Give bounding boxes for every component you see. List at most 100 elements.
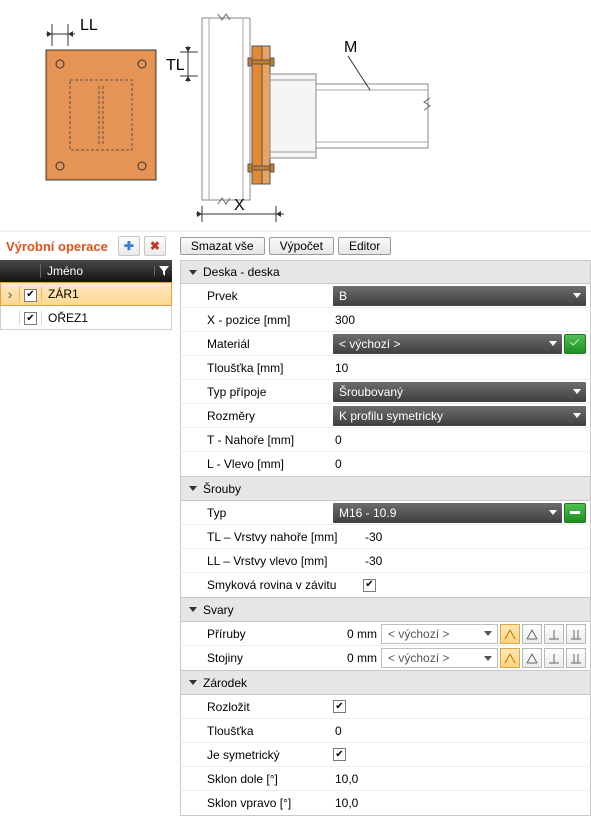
col-name-header[interactable]: Jméno <box>40 264 154 278</box>
row-checkbox[interactable]: ✔ <box>24 289 37 302</box>
toolbar-title: Výrobní operace <box>6 239 108 254</box>
chevron-down-icon <box>189 607 197 612</box>
calculate-button[interactable]: Výpočet <box>269 237 334 255</box>
chevron-down-icon <box>484 656 492 661</box>
tl-label: TL <box>166 57 185 74</box>
operations-table: Jméno › ✔ ZÁR1 ✔ OŘEZ1 <box>0 260 172 330</box>
weld-type-4-button[interactable] <box>566 648 586 668</box>
select-icon <box>569 507 581 519</box>
sklon-vpravo-label: Sklon vpravo [°] <box>207 796 333 810</box>
smyk-checkbox[interactable]: ✔ <box>363 579 376 592</box>
filter-icon <box>159 266 169 276</box>
typ-pripoje-combo[interactable]: Šroubovaný <box>333 382 586 402</box>
row-checkbox[interactable]: ✔ <box>24 312 37 325</box>
weld-type-2-button[interactable] <box>522 648 542 668</box>
priruby-value[interactable]: 0 mm <box>333 627 381 641</box>
symetricky-checkbox[interactable]: ✔ <box>333 748 346 761</box>
row-indicator-icon: › <box>1 286 19 302</box>
zarodek-tloustka-label: Tloušťka <box>207 724 333 738</box>
srouby-typ-combo[interactable]: M16 - 10.9 <box>333 503 562 523</box>
chevron-down-icon <box>573 389 581 394</box>
weld-icon <box>504 652 516 664</box>
group-header-deska[interactable]: Deska - deska <box>180 260 591 284</box>
prvek-label: Prvek <box>207 289 333 303</box>
weld-type-1-button[interactable] <box>500 624 520 644</box>
sklon-dole-label: Sklon dole [°] <box>207 772 333 786</box>
group-header-srouby[interactable]: Šrouby <box>180 477 591 501</box>
xpos-value[interactable]: 300 <box>333 313 586 327</box>
weld-type-3-button[interactable] <box>544 648 564 668</box>
connection-diagram: LL TL M X <box>0 0 591 230</box>
smyk-label: Smyková rovina v závitu <box>207 578 363 592</box>
thickness-label: Tloušťka [mm] <box>207 361 333 375</box>
rozmery-label: Rozměry <box>207 409 333 423</box>
l-vlevo-value[interactable]: 0 <box>333 457 586 471</box>
plus-icon: ✚ <box>124 239 134 253</box>
group-header-zarodek[interactable]: Zárodek <box>180 671 591 695</box>
delete-all-button[interactable]: Smazat vše <box>180 237 265 255</box>
sklon-vpravo-value[interactable]: 10,0 <box>333 796 586 810</box>
t-nahore-value[interactable]: 0 <box>333 433 586 447</box>
chevron-down-icon <box>573 293 581 298</box>
symetricky-label: Je symetrický <box>207 748 333 762</box>
weld-icon <box>570 628 582 640</box>
table-row[interactable]: ✔ OŘEZ1 <box>0 306 172 330</box>
prvek-combo[interactable]: B <box>333 286 586 306</box>
tl-vrstvy-label: TL – Vrstvy nahoře [mm] <box>207 530 363 544</box>
chevron-down-icon <box>189 486 197 491</box>
weld-icon <box>504 628 516 640</box>
tl-vrstvy-value[interactable]: -30 <box>363 530 586 544</box>
add-button[interactable]: ✚ <box>118 236 140 256</box>
t-nahore-label: T - Nahoře [mm] <box>207 433 333 447</box>
priruby-combo[interactable]: < výchozí > <box>381 624 498 644</box>
typ-pripoje-label: Typ přípoje <box>207 385 333 399</box>
rozmery-combo[interactable]: K profilu symetricky <box>333 406 586 426</box>
thickness-value[interactable]: 10 <box>333 361 586 375</box>
material-combo[interactable]: < výchozí > <box>333 334 562 354</box>
chevron-down-icon <box>189 680 197 685</box>
material-label: Materiál <box>207 337 333 351</box>
weld-icon <box>570 652 582 664</box>
rozlozit-label: Rozložit <box>207 700 333 714</box>
filter-button[interactable] <box>154 266 172 276</box>
chevron-down-icon <box>573 413 581 418</box>
property-grid: Deska - deska Prvek B X - pozice [mm] 30… <box>180 260 591 816</box>
chevron-down-icon <box>484 631 492 636</box>
editor-button[interactable]: Editor <box>338 237 391 255</box>
chevron-down-icon <box>549 510 557 515</box>
xpos-label: X - pozice [mm] <box>207 313 333 327</box>
weld-type-2-button[interactable] <box>522 624 542 644</box>
ll-vrstvy-label: LL – Vrstvy vlevo [mm] <box>207 554 363 568</box>
stojiny-value[interactable]: 0 mm <box>333 651 381 665</box>
material-pick-button[interactable] <box>564 334 586 354</box>
cross-icon: ✖ <box>150 239 160 253</box>
x-label: X <box>234 197 245 214</box>
m-label: M <box>344 39 357 56</box>
sklon-dole-value[interactable]: 10,0 <box>333 772 586 786</box>
weld-type-4-button[interactable] <box>566 624 586 644</box>
delete-button[interactable]: ✖ <box>144 236 166 256</box>
group-header-svary[interactable]: Svary <box>180 598 591 622</box>
zarodek-tloustka-value[interactable]: 0 <box>333 724 586 738</box>
weld-icon <box>548 652 560 664</box>
chevron-down-icon <box>189 270 197 275</box>
weld-icon <box>526 652 538 664</box>
srouby-typ-label: Typ <box>207 506 333 520</box>
row-name: OŘEZ1 <box>41 311 171 325</box>
table-row[interactable]: › ✔ ZÁR1 <box>0 282 172 306</box>
stojiny-label: Stojiny <box>207 651 333 665</box>
ll-vrstvy-value[interactable]: -30 <box>363 554 586 568</box>
stojiny-combo[interactable]: < výchozí > <box>381 648 498 668</box>
weld-icon <box>548 628 560 640</box>
weld-type-1-button[interactable] <box>500 648 520 668</box>
rozlozit-checkbox[interactable]: ✔ <box>333 700 346 713</box>
priruby-label: Příruby <box>207 627 333 641</box>
ll-label: LL <box>80 17 98 34</box>
row-name: ZÁR1 <box>41 287 171 301</box>
weld-type-3-button[interactable] <box>544 624 564 644</box>
chevron-down-icon <box>549 341 557 346</box>
srouby-pick-button[interactable] <box>564 503 586 523</box>
select-icon <box>569 338 581 350</box>
weld-icon <box>526 628 538 640</box>
l-vlevo-label: L - Vlevo [mm] <box>207 457 333 471</box>
